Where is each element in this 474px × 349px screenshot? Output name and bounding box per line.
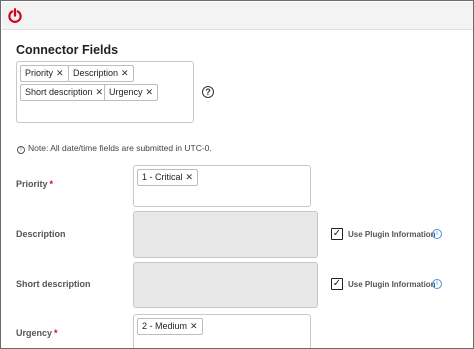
- priority-select[interactable]: 1 - Critical ✕: [133, 165, 311, 207]
- chip-label: Priority: [25, 68, 54, 78]
- urgency-label-text: Urgency: [16, 328, 53, 338]
- description-label-text: Description: [16, 229, 66, 239]
- remove-chip-icon[interactable]: ✕: [146, 87, 154, 97]
- remove-chip-icon[interactable]: ✕: [121, 68, 129, 78]
- remove-chip-icon[interactable]: ✕: [96, 87, 104, 97]
- short-description-label-text: Short description: [16, 279, 91, 289]
- utc-note: ! Note: All date/time fields are submitte…: [17, 143, 212, 154]
- priority-label-text: Priority: [16, 179, 48, 189]
- chip-short-description: Short description ✕: [20, 84, 109, 101]
- short-description-textarea[interactable]: [133, 262, 318, 308]
- info-circle-icon: !: [17, 146, 25, 154]
- note-text: Note: All date/time fields are submitted…: [28, 143, 212, 153]
- required-marker: *: [54, 328, 58, 338]
- chip-urgency-value: 2 - Medium ✕: [137, 318, 203, 335]
- connector-fields-select[interactable]: Priority ✕ Description ✕ Short description…: [16, 61, 194, 123]
- urgency-select[interactable]: 2 - Medium ✕: [133, 314, 311, 348]
- chip-priority-value: 1 - Critical ✕: [137, 169, 199, 186]
- use-plugin-info-checkbox-short-description[interactable]: ✓: [331, 278, 343, 290]
- chip-label: Urgency: [109, 87, 143, 97]
- info-icon[interactable]: i: [432, 279, 442, 289]
- remove-chip-icon[interactable]: ✕: [56, 68, 64, 78]
- use-plugin-info-label: Use Plugin Information: [348, 280, 436, 289]
- description-label: Description: [16, 229, 66, 239]
- chip-urgency: Urgency ✕: [104, 84, 159, 101]
- required-marker: *: [49, 179, 54, 189]
- use-plugin-info-checkbox-description[interactable]: ✓: [331, 228, 343, 240]
- chip-label: Description: [73, 68, 119, 78]
- help-icon[interactable]: ?: [202, 86, 214, 98]
- chip-label: 2 - Medium: [142, 321, 188, 331]
- chip-priority: Priority ✕: [20, 65, 69, 82]
- urgency-label: Urgency *: [16, 328, 58, 338]
- short-description-label: Short description: [16, 279, 91, 289]
- remove-chip-icon[interactable]: ✕: [190, 321, 198, 331]
- chip-label: Short description: [25, 87, 93, 97]
- chip-label: 1 - Critical: [142, 172, 183, 182]
- use-plugin-info-label: Use Plugin Information: [348, 230, 436, 239]
- app-frame: Connector Fields Priority ✕ Description ✕ …: [0, 0, 474, 349]
- top-bar: [2, 2, 473, 30]
- priority-label: Priority *: [16, 179, 53, 189]
- remove-chip-icon[interactable]: ✕: [186, 172, 194, 182]
- connector-fields-title: Connector Fields: [16, 43, 119, 57]
- info-icon[interactable]: i: [432, 229, 442, 239]
- chip-description: Description ✕: [68, 65, 134, 82]
- description-textarea[interactable]: [133, 211, 318, 258]
- power-icon[interactable]: [7, 8, 23, 24]
